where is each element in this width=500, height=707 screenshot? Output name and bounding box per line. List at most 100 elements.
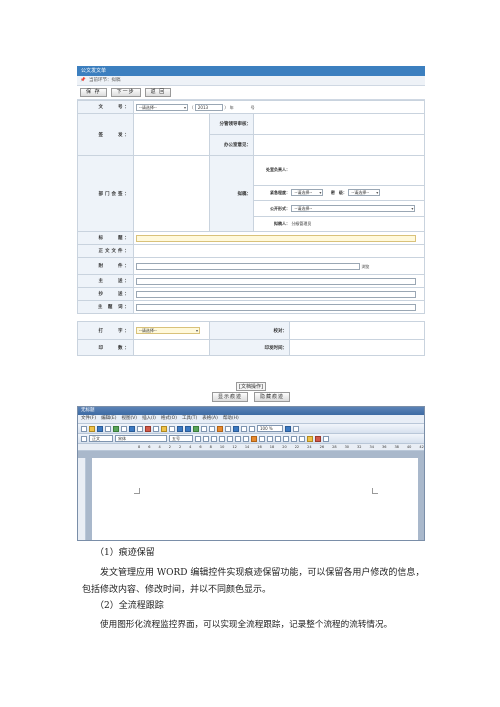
font-select[interactable]: 宋体	[115, 435, 167, 442]
miji-label: 密 级：	[330, 190, 347, 196]
tables-icon[interactable]	[201, 425, 207, 432]
chushi-label: 处室负责人：	[266, 167, 290, 173]
style-select[interactable]: 正文	[89, 435, 113, 442]
menu-view[interactable]: 视图(V)	[121, 415, 137, 423]
char-border-icon[interactable]	[219, 435, 225, 442]
next-step-button[interactable]: 下一步	[110, 88, 141, 97]
insert-table-icon[interactable]	[209, 425, 215, 432]
document-form-screenshot: 公文发文单 📌 当前环节：拟稿 保 存 下一步 返 回 文 号： --请选择--…	[77, 66, 425, 402]
zhuti-input[interactable]	[136, 303, 416, 311]
gongkai-row: 公开形式： --请选择--	[253, 200, 425, 217]
fenguan-field[interactable]	[253, 113, 425, 135]
hide-trace-button[interactable]: 隐藏痕迹	[254, 392, 291, 402]
char-shading-icon[interactable]	[323, 435, 329, 442]
decrease-indent-icon[interactable]	[291, 435, 297, 442]
jinji-select[interactable]: --请选择--	[291, 189, 324, 197]
copy-icon[interactable]	[153, 425, 159, 432]
save-button[interactable]: 保 存	[80, 88, 107, 97]
zhusong-label: 主 送：	[77, 274, 134, 288]
year-suffix: 年	[229, 104, 234, 110]
print-icon[interactable]	[113, 425, 119, 432]
paragraph-trace: 发文管理应用 WORD 编辑控件实现痕迹保留功能，可以保留各用户修改的信息，包括…	[82, 568, 425, 595]
new-icon[interactable]	[81, 425, 87, 432]
menu-file[interactable]: 文件(F)	[81, 415, 96, 423]
gongkai-select[interactable]: --请选择--	[291, 204, 416, 212]
increase-indent-icon[interactable]	[299, 435, 305, 442]
doc-map-icon[interactable]	[241, 425, 247, 432]
spelling-icon[interactable]	[129, 425, 135, 432]
menu-table[interactable]: 表格(A)	[202, 415, 218, 423]
qianfa-field[interactable]	[133, 113, 210, 156]
align-center-icon[interactable]	[235, 435, 241, 442]
font-color-icon[interactable]	[315, 435, 321, 442]
help-icon[interactable]	[285, 425, 291, 432]
paste-icon[interactable]	[161, 425, 167, 432]
jiaodui-field[interactable]	[289, 321, 425, 340]
preview-icon[interactable]	[121, 425, 127, 432]
line-spacing-icon[interactable]	[267, 435, 273, 442]
permission-icon[interactable]	[105, 425, 111, 432]
doc-ops-title: [文档操作]	[236, 382, 266, 391]
numbering-icon[interactable]	[275, 435, 281, 442]
research-icon[interactable]	[137, 425, 143, 432]
chaosong-input[interactable]	[136, 290, 416, 298]
wenhao-select[interactable]: --请选择--	[136, 103, 188, 111]
italic-icon[interactable]	[203, 435, 209, 442]
underline-icon[interactable]	[211, 435, 217, 442]
drawing-icon[interactable]	[233, 425, 239, 432]
browse-button[interactable]: 浏览	[361, 264, 369, 269]
section-heading-trace: （1）痕迹保留	[95, 548, 155, 558]
undo-icon[interactable]	[177, 425, 183, 432]
miji-select[interactable]: --请选择--	[348, 189, 381, 197]
hyperlink-icon[interactable]	[193, 425, 199, 432]
size-select[interactable]: 五号	[169, 435, 193, 442]
nigaoren-label: 拟稿人：	[274, 220, 290, 226]
yinshu-field[interactable]	[133, 339, 210, 356]
breadcrumb-text: 当前环节：拟稿	[89, 78, 121, 83]
menu-help[interactable]: 帮助(H)	[223, 415, 239, 423]
back-button[interactable]: 返 回	[144, 88, 172, 97]
number-suffix: 号	[250, 104, 255, 110]
redo-icon[interactable]	[185, 425, 191, 432]
menu-edit[interactable]: 编辑(E)	[101, 415, 116, 423]
highlight-icon[interactable]	[307, 435, 313, 442]
fujian-input[interactable]	[136, 262, 360, 270]
excel-icon[interactable]	[217, 425, 223, 432]
ruler-tick: 16	[257, 445, 262, 449]
vertical-ruler	[78, 458, 86, 540]
biaoti-input[interactable]	[136, 234, 416, 242]
cut-icon[interactable]	[145, 425, 151, 432]
ruler-tick: 38	[394, 445, 399, 449]
bangong-field[interactable]	[253, 134, 425, 156]
bold-icon[interactable]	[195, 435, 201, 442]
distributed-icon[interactable]	[259, 435, 265, 442]
ruler-tick: 8	[138, 445, 141, 449]
document-page[interactable]	[92, 458, 418, 540]
save-icon[interactable]	[97, 425, 103, 432]
styles-icon[interactable]	[81, 435, 87, 442]
justify-icon[interactable]	[251, 435, 257, 442]
ruler-tick: 22	[294, 445, 300, 449]
bumen-field[interactable]	[133, 155, 210, 232]
align-left-icon[interactable]	[227, 435, 233, 442]
show-hide-icon[interactable]	[249, 425, 255, 432]
show-trace-button[interactable]: 显示痕迹	[211, 392, 248, 402]
fenguan-label: 分管领导审核：	[209, 113, 254, 135]
menu-format[interactable]: 格式(O)	[161, 415, 177, 423]
zhusong-input[interactable]	[136, 277, 416, 285]
menu-tools[interactable]: 工具(T)	[182, 415, 197, 423]
read-icon[interactable]	[293, 425, 299, 432]
bullets-icon[interactable]	[283, 435, 289, 442]
open-icon[interactable]	[89, 425, 95, 432]
ruler-tick: 32	[357, 445, 362, 449]
format-painter-icon[interactable]	[169, 425, 175, 432]
wenhao-year-input[interactable]: 2013	[194, 103, 223, 111]
columns-icon[interactable]	[225, 425, 231, 432]
menu-insert[interactable]: 插入(I)	[142, 415, 156, 423]
wenhao-number-input[interactable]	[235, 103, 250, 111]
align-right-icon[interactable]	[243, 435, 249, 442]
dazi-select[interactable]: --请选择--	[136, 327, 200, 334]
zoom-select[interactable]: 100 %	[257, 425, 283, 432]
yinfa-field[interactable]	[289, 339, 425, 356]
zhengwen-field[interactable]	[133, 244, 425, 258]
